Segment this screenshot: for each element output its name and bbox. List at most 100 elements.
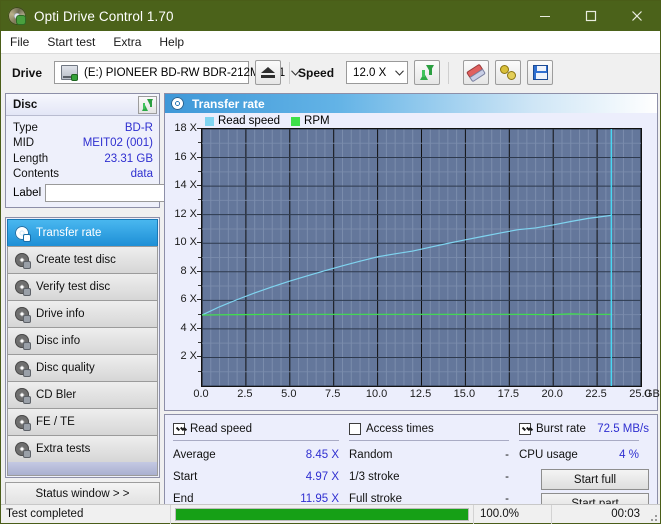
eject-button[interactable] xyxy=(255,60,281,85)
menu-item-start-test[interactable]: Start test xyxy=(47,33,104,51)
sidebar-item-create-test-disc[interactable]: Create test disc xyxy=(7,246,158,273)
menu-item-file[interactable]: File xyxy=(10,33,38,51)
toolbar-separator-1 xyxy=(289,62,290,84)
chart-panel-title: Transfer rate xyxy=(192,97,265,111)
refresh-button[interactable] xyxy=(414,60,440,85)
disc-row-length: Length 23.31 GB xyxy=(13,151,153,167)
series-rpm xyxy=(202,314,611,315)
y-axis-minor-tick xyxy=(198,257,201,258)
erase-button[interactable] xyxy=(463,60,489,85)
disc-panel-body: Type BD-R MID MEIT02 (001) Length 23.31 … xyxy=(6,116,159,207)
read-speed-checkbox-row[interactable]: Read speed xyxy=(173,420,349,437)
disc-row-key: MID xyxy=(13,137,34,149)
left-column: Disc Type BD-R MID MEIT02 ( xyxy=(5,93,160,506)
menu-item-extra[interactable]: Extra xyxy=(113,33,150,51)
sidebar-item-label: Disc quality xyxy=(36,362,95,374)
eject-icon xyxy=(261,67,275,78)
sidebar-item-transfer-rate[interactable]: Transfer rate xyxy=(7,219,158,246)
menu-item-help[interactable]: Help xyxy=(159,33,193,51)
disc-refresh-button[interactable] xyxy=(138,96,157,114)
gear-icon xyxy=(500,65,516,80)
disc-row-contents: Contents data xyxy=(13,167,153,183)
drive-select[interactable]: (E:) PIONEER BD-RW BDR-212M 1.01 xyxy=(54,61,249,84)
x-axis-tick-label: 2.5 xyxy=(237,388,252,400)
legend-swatch-rpm xyxy=(291,117,300,126)
result-value: 4.97 X xyxy=(306,471,339,483)
x-axis-tick-label: 20.0 xyxy=(541,388,562,400)
y-axis-minor-tick xyxy=(198,199,201,200)
sidebar-item-label: CD Bler xyxy=(36,389,76,401)
y-axis-tick-label: 12 X xyxy=(165,208,197,220)
y-axis-minor-tick xyxy=(198,371,201,372)
y-axis-tick-label: 2 X xyxy=(165,350,197,362)
sidebar-item-label: Verify test disc xyxy=(36,281,110,293)
progress-bar xyxy=(175,508,469,521)
x-axis-unit-label: GB xyxy=(644,388,660,400)
save-button[interactable] xyxy=(527,60,553,85)
app-window: Opti Drive Control 1.70 File Start test … xyxy=(0,0,661,524)
y-axis-tick xyxy=(197,214,201,215)
right-column: Transfer rate Read speed RPM 2 X4 X6 X8 … xyxy=(164,93,658,521)
elapsed-time: 00:03 xyxy=(551,505,646,524)
burst-rate-checkbox-row[interactable]: Burst rate 72.5 MB/s xyxy=(519,420,649,437)
result-key: Random xyxy=(349,449,392,461)
sidebar-item-cd-bler[interactable]: CD Bler xyxy=(7,381,158,408)
progress-bar-fill xyxy=(176,509,468,520)
read-speed-results: Read speed Average 8.45 X Start 4.97 X E… xyxy=(173,420,349,514)
disc-row-type: Type BD-R xyxy=(13,120,153,136)
refresh-icon xyxy=(141,99,154,111)
nav-filler xyxy=(7,462,158,476)
y-axis-tick xyxy=(197,328,201,329)
sidebar-item-drive-info[interactable]: Drive info xyxy=(7,300,158,327)
y-axis-minor-tick xyxy=(198,228,201,229)
sidebar-item-label: FE / TE xyxy=(36,416,75,428)
burst-rate-value: 72.5 MB/s xyxy=(597,423,649,435)
test-nav-list: Transfer rate Create test disc Verify te… xyxy=(5,217,160,478)
speed-select[interactable]: 12.0 X xyxy=(346,61,408,84)
transfer-rate-plot[interactable] xyxy=(201,128,642,387)
status-window-button[interactable]: Status window > > xyxy=(5,482,160,506)
app-icon xyxy=(8,7,26,25)
y-axis-tick-label: 4 X xyxy=(165,322,197,334)
disc-label-key: Label xyxy=(13,187,41,199)
sidebar-item-fe-te[interactable]: FE / TE xyxy=(7,408,158,435)
access-times-checkbox-row[interactable]: Access times xyxy=(349,420,519,437)
disc-icon xyxy=(15,442,29,456)
access-times-results: Access times Random - 1/3 stroke - Full … xyxy=(349,420,519,514)
sidebar-item-disc-info[interactable]: Disc info xyxy=(7,327,158,354)
speed-select-value: 12.0 X xyxy=(347,67,392,79)
divider xyxy=(349,440,509,441)
progress-percent: 100.0% xyxy=(473,505,551,524)
sidebar-item-disc-quality[interactable]: Disc quality xyxy=(7,354,158,381)
result-row-third-stroke: 1/3 stroke - xyxy=(349,466,519,488)
burst-rate-label: Burst rate xyxy=(536,423,586,435)
minimize-button[interactable] xyxy=(522,1,568,31)
divider xyxy=(173,440,339,441)
start-full-button[interactable]: Start full xyxy=(541,469,649,490)
toolbar-separator-2 xyxy=(448,62,449,84)
disc-icon xyxy=(15,388,29,402)
access-times-checkbox[interactable] xyxy=(349,423,361,435)
disc-row-value: data xyxy=(131,168,153,180)
disc-row-key: Type xyxy=(13,122,38,134)
y-axis-tick-label: 10 X xyxy=(165,236,197,248)
maximize-button[interactable] xyxy=(568,1,614,31)
result-value: 4 % xyxy=(619,449,639,461)
menu-bar: File Start test Extra Help xyxy=(1,31,660,53)
sidebar-item-verify-test-disc[interactable]: Verify test disc xyxy=(7,273,158,300)
chart-panel-header: Transfer rate xyxy=(165,94,657,113)
disc-icon xyxy=(15,226,29,240)
disc-icon xyxy=(15,280,29,294)
burst-rate-checkbox[interactable] xyxy=(519,423,531,435)
close-button[interactable] xyxy=(614,1,660,31)
window-title: Opti Drive Control 1.70 xyxy=(34,9,522,24)
disc-row-value: BD-R xyxy=(125,122,153,134)
sidebar-item-extra-tests[interactable]: Extra tests xyxy=(7,435,158,462)
result-key: 1/3 stroke xyxy=(349,471,400,483)
result-row-start: Start 4.97 X xyxy=(173,466,349,488)
access-times-label: Access times xyxy=(366,423,434,435)
settings-button[interactable] xyxy=(495,60,521,85)
resize-grip-icon[interactable] xyxy=(646,505,660,524)
legend-label-read-speed: Read speed xyxy=(218,115,280,127)
read-speed-checkbox[interactable] xyxy=(173,423,185,435)
